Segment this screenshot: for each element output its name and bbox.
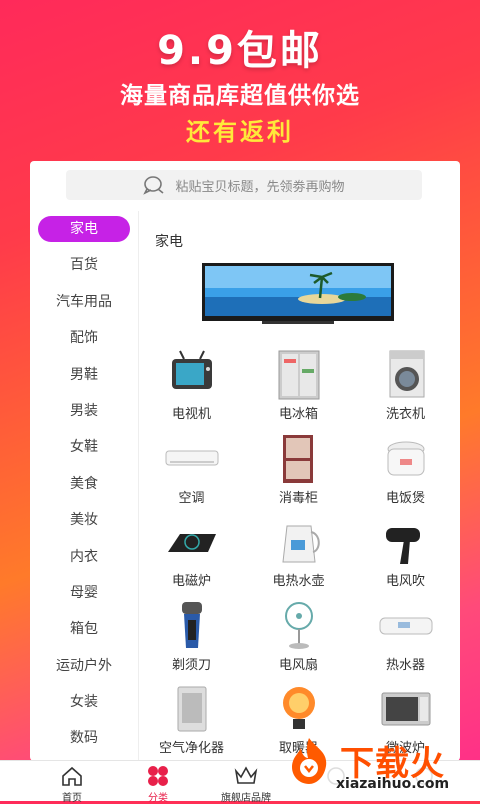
product-item[interactable]: 剃须刀 [138, 600, 245, 680]
sterilizer-image [283, 434, 313, 483]
sidebar-item[interactable]: 箱包 [30, 611, 138, 647]
rice-cooker-image [387, 441, 425, 475]
sidebar-item-label: 内衣 [70, 548, 98, 565]
product-item[interactable]: 热水器 [352, 600, 459, 680]
product-item[interactable]: 空调 [138, 433, 245, 513]
search-bar[interactable]: 粘贴宝贝标题，先领劵再购物 [66, 170, 422, 200]
sidebar-item[interactable]: 汽车用品 [30, 284, 138, 320]
sidebar-item[interactable]: 家电 [30, 211, 138, 247]
category-content: 家电 电视机 电冰箱 洗衣机空调 消毒柜 电饭煲电磁炉 电热水壶 电风吹剃须刀 电风扇 热水器空… [138, 211, 460, 761]
category-icon [148, 766, 168, 786]
sidebar-item[interactable]: 美妆 [30, 502, 138, 538]
induction-cooker-image [168, 534, 216, 552]
tv-banner-image[interactable] [202, 263, 394, 325]
sidebar-item-label: 箱包 [70, 621, 98, 638]
sidebar-item[interactable]: 百货 [30, 247, 138, 283]
product-label: 电风吹 [385, 574, 425, 589]
product-item[interactable]: 空气净化器 [138, 683, 245, 761]
sidebar-item[interactable]: 配饰 [30, 320, 138, 356]
home-icon [62, 766, 82, 786]
product-label: 洗衣机 [385, 407, 425, 422]
sidebar-item-label: 家电 [38, 216, 130, 242]
kettle-image [282, 525, 320, 563]
hair-dryer-image [386, 528, 420, 564]
sidebar-item-label: 百货 [70, 257, 98, 274]
fan-image [285, 601, 313, 649]
sidebar-item-label: 配饰 [70, 330, 98, 347]
sidebar-item-label: 男装 [70, 402, 98, 419]
product-label: 热水器 [385, 657, 425, 673]
sidebar-item-label: 男鞋 [70, 366, 98, 383]
sidebar-item-label: 母婴 [70, 584, 98, 601]
search-placeholder: 粘贴宝贝标题，先领劵再购物 [175, 179, 345, 195]
watermark-logo: 下载火 xiazaihuo.com [280, 730, 480, 800]
sidebar-item-label: 女装 [70, 694, 98, 711]
promo-subtitle: 海量商品库超值供你选 [120, 83, 360, 109]
product-label: 电风扇 [278, 657, 318, 673]
product-item[interactable]: 洗衣机 [352, 349, 459, 429]
product-item[interactable]: 电磁炉 [138, 516, 245, 596]
sidebar-item[interactable]: 数码 [30, 720, 138, 756]
product-item[interactable]: 电风扇 [245, 600, 352, 680]
sidebar-item-label: 美妆 [70, 512, 98, 529]
tv-image [172, 350, 212, 389]
product-label: 空调 [178, 490, 205, 506]
sidebar-item[interactable]: 运动户外 [30, 648, 138, 684]
tab-home-label: 首页 [62, 793, 82, 804]
search-icon [143, 176, 164, 195]
crown-icon [234, 766, 258, 784]
category-card: 粘贴宝贝标题，先领劵再购物 家电百货汽车用品配饰男鞋男装女鞋美食美妆内衣母婴箱包… [30, 161, 460, 761]
category-title: 家电 [155, 234, 183, 250]
microwave-image [381, 692, 431, 726]
sidebar-item-label: 运动户外 [56, 657, 112, 674]
promo-rebate: 还有返利 [186, 118, 294, 146]
sidebar-item[interactable]: 母婴 [30, 575, 138, 611]
air-conditioner-image [165, 450, 219, 465]
sidebar-item-label: 女鞋 [70, 439, 98, 456]
flame-icon [292, 738, 327, 784]
product-item[interactable]: 电视机 [138, 349, 245, 429]
product-label: 电热水壶 [272, 574, 325, 589]
sidebar-item-label: 汽车用品 [56, 293, 112, 310]
tab-brands[interactable]: 旗舰店品牌 [206, 763, 286, 804]
product-label: 电冰箱 [278, 407, 318, 422]
product-label: 剃须刀 [171, 657, 211, 673]
promo-price: 9.9包邮 [157, 28, 323, 74]
product-item[interactable]: 电饭煲 [352, 433, 459, 513]
tab-category[interactable]: 分类 [118, 763, 198, 804]
shaver-image [182, 601, 202, 648]
product-item[interactable]: 电热水壶 [245, 516, 352, 596]
sidebar-item[interactable]: 女装 [30, 684, 138, 720]
product-item[interactable]: 消毒柜 [245, 433, 352, 513]
tab-category-label: 分类 [148, 793, 168, 804]
sidebar-item[interactable]: 内衣 [30, 539, 138, 575]
water-heater-image [379, 617, 433, 634]
sidebar-item[interactable]: 美食 [30, 466, 138, 502]
watermark-url: xiazaihuo.com [336, 776, 450, 792]
sidebar-item[interactable]: 男鞋 [30, 357, 138, 393]
sidebar-item[interactable]: 男装 [30, 393, 138, 429]
product-label: 电视机 [171, 407, 211, 422]
tab-brands-label: 旗舰店品牌 [221, 793, 271, 804]
category-sidebar: 家电百货汽车用品配饰男鞋男装女鞋美食美妆内衣母婴箱包运动户外女装数码 [30, 211, 139, 761]
product-item[interactable]: 电风吹 [352, 516, 459, 596]
washer-image [389, 350, 425, 398]
sidebar-item[interactable]: 女鞋 [30, 429, 138, 465]
sidebar-item-label: 美食 [70, 475, 98, 492]
promo-header: 9.9包邮 海量商品库超值供你选 还有返利 [0, 0, 480, 160]
air-purifier-image [177, 686, 207, 732]
product-label: 空气净化器 [158, 741, 224, 756]
fridge-image [278, 350, 320, 400]
tab-home[interactable]: 首页 [32, 763, 112, 804]
sidebar-item-label: 数码 [70, 730, 98, 747]
product-label: 电磁炉 [171, 574, 211, 589]
product-label: 电饭煲 [385, 490, 425, 506]
heater-image [283, 687, 315, 729]
product-label: 消毒柜 [278, 490, 318, 506]
product-item[interactable]: 电冰箱 [245, 349, 352, 429]
